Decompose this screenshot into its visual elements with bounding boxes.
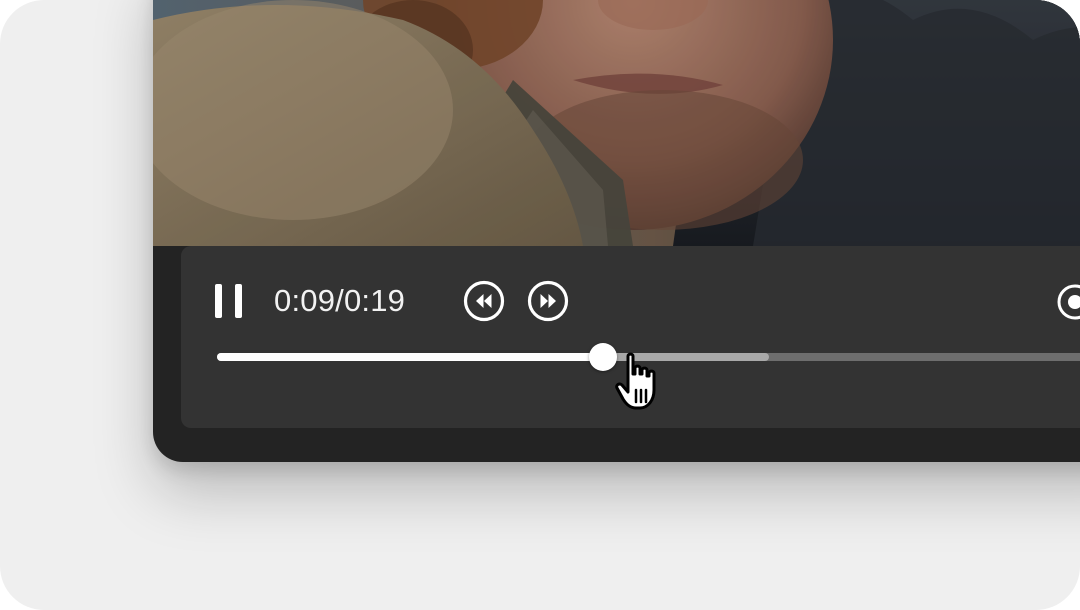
- control-bar: 0:09/0:19: [181, 246, 1080, 428]
- video-player: 0:09/0:19: [153, 0, 1080, 462]
- progress-bar[interactable]: [217, 342, 1080, 372]
- pause-icon-bar: [235, 284, 242, 318]
- time-display: 0:09/0:19: [274, 283, 406, 318]
- progress-played: [217, 353, 604, 361]
- fast-forward-button[interactable]: [527, 280, 569, 322]
- video-still-image: [153, 0, 1080, 246]
- progress-handle[interactable]: [589, 343, 618, 371]
- record-button[interactable]: [1055, 282, 1080, 322]
- video-frame[interactable]: [153, 0, 1080, 246]
- record-icon: [1057, 284, 1080, 320]
- rewind-button[interactable]: [463, 280, 505, 322]
- pause-button[interactable]: [215, 284, 243, 318]
- fast-forward-icon: [527, 280, 569, 322]
- background-card: 0:09/0:19: [0, 0, 1080, 610]
- pause-icon: [215, 284, 222, 318]
- rewind-icon: [463, 280, 505, 322]
